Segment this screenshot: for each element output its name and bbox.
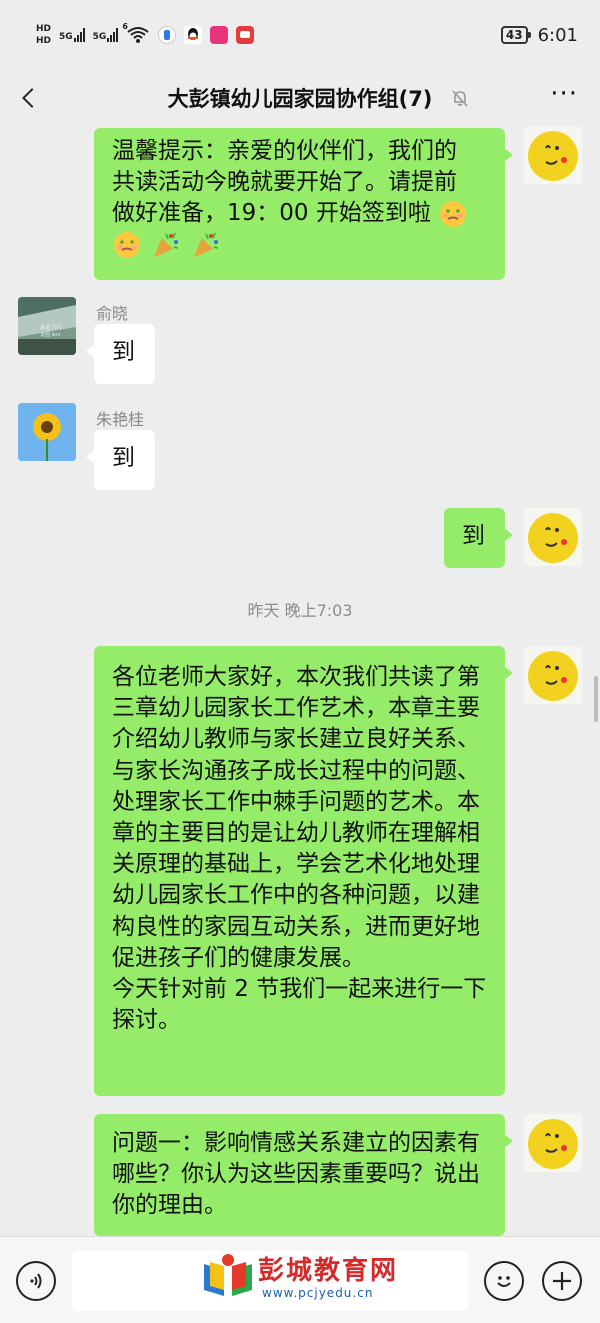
message-bubble[interactable]: 温馨提示：亲爱的伙伴们，我们的 共读活动今晚就要开始了。请提前 做好准备，19：… [94,128,513,280]
smiley-avatar-icon [524,508,582,566]
sender-avatar[interactable] [18,403,76,461]
timestamp: 昨天 晚上7:03 [247,601,353,620]
chat-title: 大彭镇幼儿园家园协作组(7) [167,87,433,111]
network-type-2: 5G [92,32,107,42]
message-bubble[interactable]: 各位老师大家好，本次我们共读了第三章幼儿园家长工作艺术，本章主要介绍幼儿教师与家… [94,646,513,1096]
party-popper-icon [193,232,218,257]
message-app-icon [236,26,255,44]
watermark-logo: 彭城教育网 www.pcjyedu.cn [200,1250,420,1308]
more-options-button[interactable]: ··· [550,81,578,107]
message-text-line: 共读活动今晚就要开始了。请提前 [112,169,457,195]
message-text-fragment: 做好准备，19：00 开始签到啦 [112,200,431,226]
clock: 6:01 [537,24,578,46]
message-text-line: 做好准备，19：00 开始签到啦 [112,198,487,229]
signal-icon-1: 5G [59,28,85,42]
book-logo-icon [204,1254,252,1296]
message-text-extra: 今天针对前 2 节我们一起来进行一下探讨。 [112,976,487,1034]
back-button[interactable] [0,70,56,126]
emoji-row [112,229,487,260]
avatar-text: 承诺 只行 太固 wrz [40,325,62,338]
watermark-title: 彭城教育网 [258,1256,399,1286]
message-text: 到 [112,445,135,471]
watermark-url: www.pcjyedu.cn [262,1286,374,1300]
smile-icon [497,1276,511,1287]
hd-label-2: HD [36,35,52,46]
sender-avatar[interactable]: 承诺 只行 太固 wrz [18,297,76,355]
message-bubble[interactable]: 到 [86,430,155,490]
self-avatar[interactable] [524,646,582,704]
smiley-avatar-icon [524,646,582,704]
self-avatar[interactable] [524,508,582,566]
sender-name: 朱艳桂 [96,410,145,429]
voice-icon [30,1273,42,1289]
scrollbar[interactable] [594,676,598,722]
chevron-left-icon [22,88,42,108]
mute-bell-icon [452,90,468,107]
bluetooth-app-icon [158,26,177,44]
blush-emoji-icon [114,231,140,258]
message-text: 各位老师大家好，本次我们共读了第三章幼儿园家长工作艺术，本章主要介绍幼儿教师与家… [112,664,480,971]
message-bubble[interactable]: 问题一：影响情感关系建立的因素有哪些？你认为这些因素重要吗？说出你的理由。 [94,1114,513,1236]
qq-icon [184,26,203,44]
message-bubble[interactable]: 到 [86,324,155,384]
blush-emoji-icon [440,200,467,227]
network-type-1: 5G [59,32,73,42]
sunflower-avatar-icon [18,403,76,461]
sender-name: 俞晓 [96,304,129,323]
status-icons: HD HD 5G 5G 6 [36,22,255,46]
message-text: 到 [112,339,135,365]
hd-label-1: HD [36,23,52,34]
message-text: 到 [462,523,485,549]
smiley-avatar-icon [524,1114,582,1172]
message-bubble[interactable]: 到 [444,508,513,568]
hd-indicator: HD HD [36,23,52,46]
voice-button[interactable] [16,1261,56,1301]
wifi-badge: 6 [122,22,128,31]
plus-icon [553,1272,571,1290]
smiley-avatar-icon [524,126,582,184]
party-popper-icon [154,232,179,257]
self-avatar[interactable] [524,1114,582,1172]
wifi-icon: 6 [122,22,150,44]
status-right: 43 6:01 [500,24,578,46]
message-text-line: 温馨提示：亲爱的伙伴们，我们的 [112,138,457,164]
self-avatar[interactable] [524,126,582,184]
emoji-button[interactable] [484,1261,524,1301]
chat-header: 大彭镇幼儿园家园协作组(7) ··· [0,70,600,126]
status-bar: HD HD 5G 5G 6 43 6:01 [0,0,600,70]
signal-icon-2: 5G [93,28,119,42]
battery-icon: 43 [500,26,531,44]
message-text: 问题一：影响情感关系建立的因素有哪些？你认为这些因素重要吗？说出你的理由。 [112,1130,480,1219]
news-app-icon [210,26,229,44]
chat-messages[interactable]: 温馨提示：亲爱的伙伴们，我们的 共读活动今晚就要开始了。请提前 做好准备，19：… [0,126,600,1236]
add-button[interactable] [542,1261,582,1301]
